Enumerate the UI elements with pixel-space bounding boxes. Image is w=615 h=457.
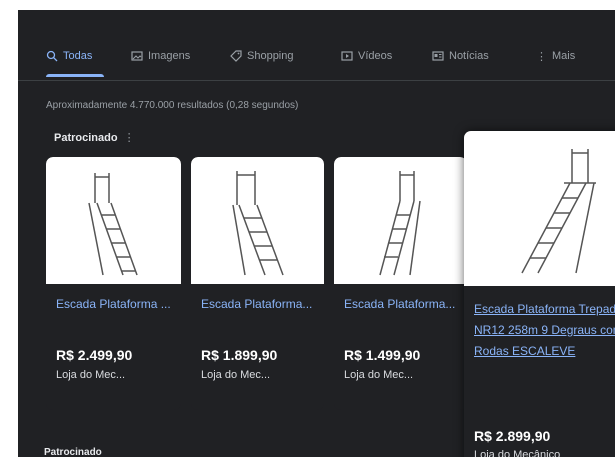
product-store: Loja do Mec...: [344, 369, 414, 381]
tab-label: Shopping: [247, 50, 294, 62]
product-store: Loja do Mec...: [56, 369, 126, 381]
product-price: R$ 2.499,90: [56, 347, 133, 363]
active-tab-indicator: [46, 74, 104, 77]
tab-label: Notícias: [449, 50, 489, 62]
more-vert-icon: ⋮: [536, 50, 547, 63]
search-icon: [46, 50, 58, 62]
tab-videos[interactable]: Vídeos: [341, 46, 392, 66]
results-stats: Aproximadamente 4.770.000 resultados (0,…: [46, 100, 299, 111]
tab-shopping[interactable]: Shopping: [230, 46, 294, 66]
tab-noticias[interactable]: Notícias: [432, 46, 489, 66]
tab-todas[interactable]: Todas: [46, 46, 92, 66]
browser-frame: Todas Imagens Shopping Vídeos Notícias ⋮…: [0, 0, 615, 457]
tab-mais[interactable]: ⋮ Mais: [536, 46, 575, 66]
product-price: R$ 1.899,90: [201, 347, 278, 363]
tab-label: Imagens: [148, 50, 191, 62]
ladder-image-icon: [231, 171, 284, 276]
tab-label: Mais: [552, 50, 576, 62]
product-store: Loja do Mecânico: [474, 449, 561, 457]
ladder-image-icon: [87, 173, 138, 276]
product-image: [191, 157, 324, 284]
sponsored-label: Patrocinado ⋮: [54, 131, 135, 144]
sponsored-text: Patrocinado: [54, 132, 118, 144]
video-icon: [341, 51, 353, 61]
product-image: [334, 157, 467, 284]
tab-label: Todas: [63, 50, 93, 62]
product-card[interactable]: Escada Plataforma... R$ 1.499,90 Loja do…: [334, 157, 467, 410]
image-icon: [131, 51, 143, 61]
search-tabs: Todas Imagens Shopping Vídeos Notícias ⋮…: [18, 10, 615, 81]
product-price: R$ 2.899,90: [474, 428, 551, 444]
product-title[interactable]: Escada Plataforma...: [201, 295, 319, 313]
product-card-expanded[interactable]: Escada Plataforma Trepadeira NR12 258m 9…: [464, 131, 615, 457]
news-icon: [432, 51, 444, 61]
product-store: Loja do Mec...: [201, 369, 271, 381]
product-card[interactable]: Escada Plataforma ... R$ 2.499,90 Loja d…: [46, 157, 181, 410]
product-image: [46, 157, 181, 284]
product-image: [464, 131, 615, 286]
sponsored-label-bottom: Patrocinado: [44, 447, 102, 457]
ladder-image-icon: [378, 171, 421, 276]
tab-imagens[interactable]: Imagens: [131, 46, 190, 66]
ladder-image-icon: [521, 149, 596, 274]
tag-icon: [230, 50, 242, 62]
sponsored-menu-icon[interactable]: ⋮: [124, 132, 135, 144]
product-price: R$ 1.499,90: [344, 347, 421, 363]
tab-label: Vídeos: [358, 50, 393, 62]
product-title[interactable]: Escada Plataforma...: [344, 295, 462, 313]
product-title[interactable]: Escada Plataforma Trepadeira NR12 258m 9…: [474, 299, 615, 362]
product-title[interactable]: Escada Plataforma ...: [56, 295, 174, 313]
product-card[interactable]: Escada Plataforma... R$ 1.899,90 Loja do…: [191, 157, 324, 410]
search-results-panel: Todas Imagens Shopping Vídeos Notícias ⋮…: [18, 10, 615, 457]
